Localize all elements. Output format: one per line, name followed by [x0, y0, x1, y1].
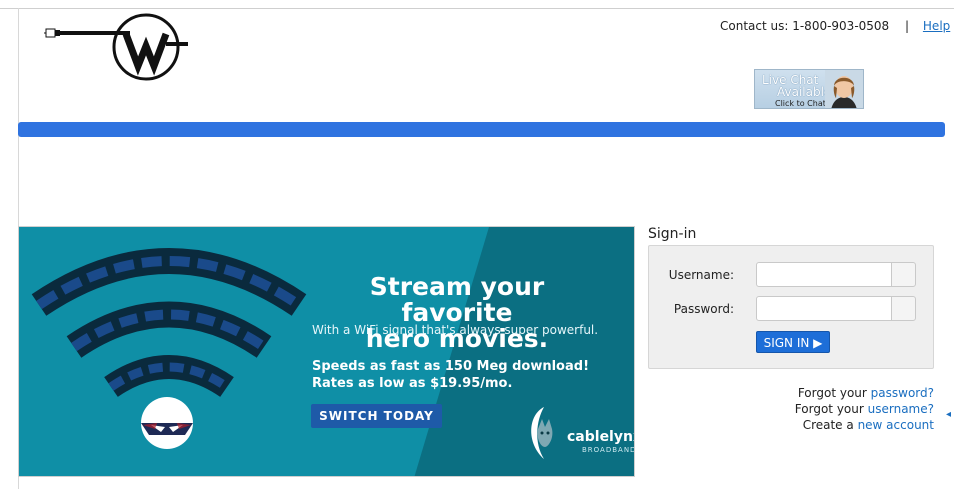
forgot-password-link[interactable]: password? [871, 386, 934, 400]
speeds-line1: Speeds as fast as 150 Meg download! [312, 359, 589, 374]
banner-subheadline: With a WiFi signal that's always super p… [312, 323, 599, 337]
forgot-username-link[interactable]: username? [868, 402, 934, 416]
help-link[interactable]: Help [923, 19, 950, 33]
brand-name: cablelynx [567, 429, 635, 445]
username-label: Username: [668, 268, 734, 282]
lynx-logo-icon [531, 407, 553, 459]
contact-bar: Contact us: 1-800-903-0508 | Help [720, 19, 950, 33]
wave-logo-icon [44, 13, 188, 81]
edge-arrow-icon: ◂ [946, 409, 952, 420]
banner-headline: Stream your favorite hero movies. [312, 274, 602, 352]
live-chat-button[interactable]: Live Chat Available Click to Chat [754, 69, 864, 109]
forgot-prefix: Forgot your [797, 386, 867, 400]
password-label: Password: [673, 302, 734, 316]
forgot-username-row: Forgot your username? [760, 401, 934, 417]
chat-agent-avatar [825, 70, 863, 108]
banner-speeds: Speeds as fast as 150 Meg download! Rate… [312, 358, 589, 392]
top-border [0, 8, 954, 9]
live-chat-line2: Available [777, 85, 832, 99]
mascot-icon [141, 397, 193, 449]
create-prefix: Create a [802, 418, 854, 432]
create-account-row: Create a new account [760, 417, 934, 433]
forgot-password-row: Forgot your password? [760, 385, 934, 401]
signin-button[interactable]: SIGN IN ▶ [756, 331, 830, 353]
switch-today-button[interactable]: SWITCH TODAY [311, 404, 442, 428]
forgot-prefix: Forgot your [794, 402, 864, 416]
signin-title: Sign-in [648, 226, 697, 242]
site-logo[interactable] [44, 12, 190, 82]
account-links: Forgot your password? Forgot your userna… [760, 385, 934, 433]
separator: | [905, 19, 910, 33]
brand-sub: BROADBAND [582, 446, 635, 454]
promo-banner[interactable]: Stream your favorite hero movies. With a… [18, 226, 635, 477]
speeds-line2: Rates as low as $19.95/mo. [312, 376, 513, 391]
contact-phone: Contact us: 1-800-903-0508 [720, 19, 890, 33]
new-account-link[interactable]: new account [858, 418, 934, 432]
signin-form: Username: Password: SIGN IN ▶ [648, 245, 934, 369]
password-input-addon[interactable] [891, 296, 916, 321]
username-input-addon[interactable] [891, 262, 916, 287]
live-chat-line3: Click to Chat [775, 99, 826, 108]
headline-line1: Stream your favorite [369, 272, 545, 327]
nav-accent-bar [18, 122, 945, 137]
